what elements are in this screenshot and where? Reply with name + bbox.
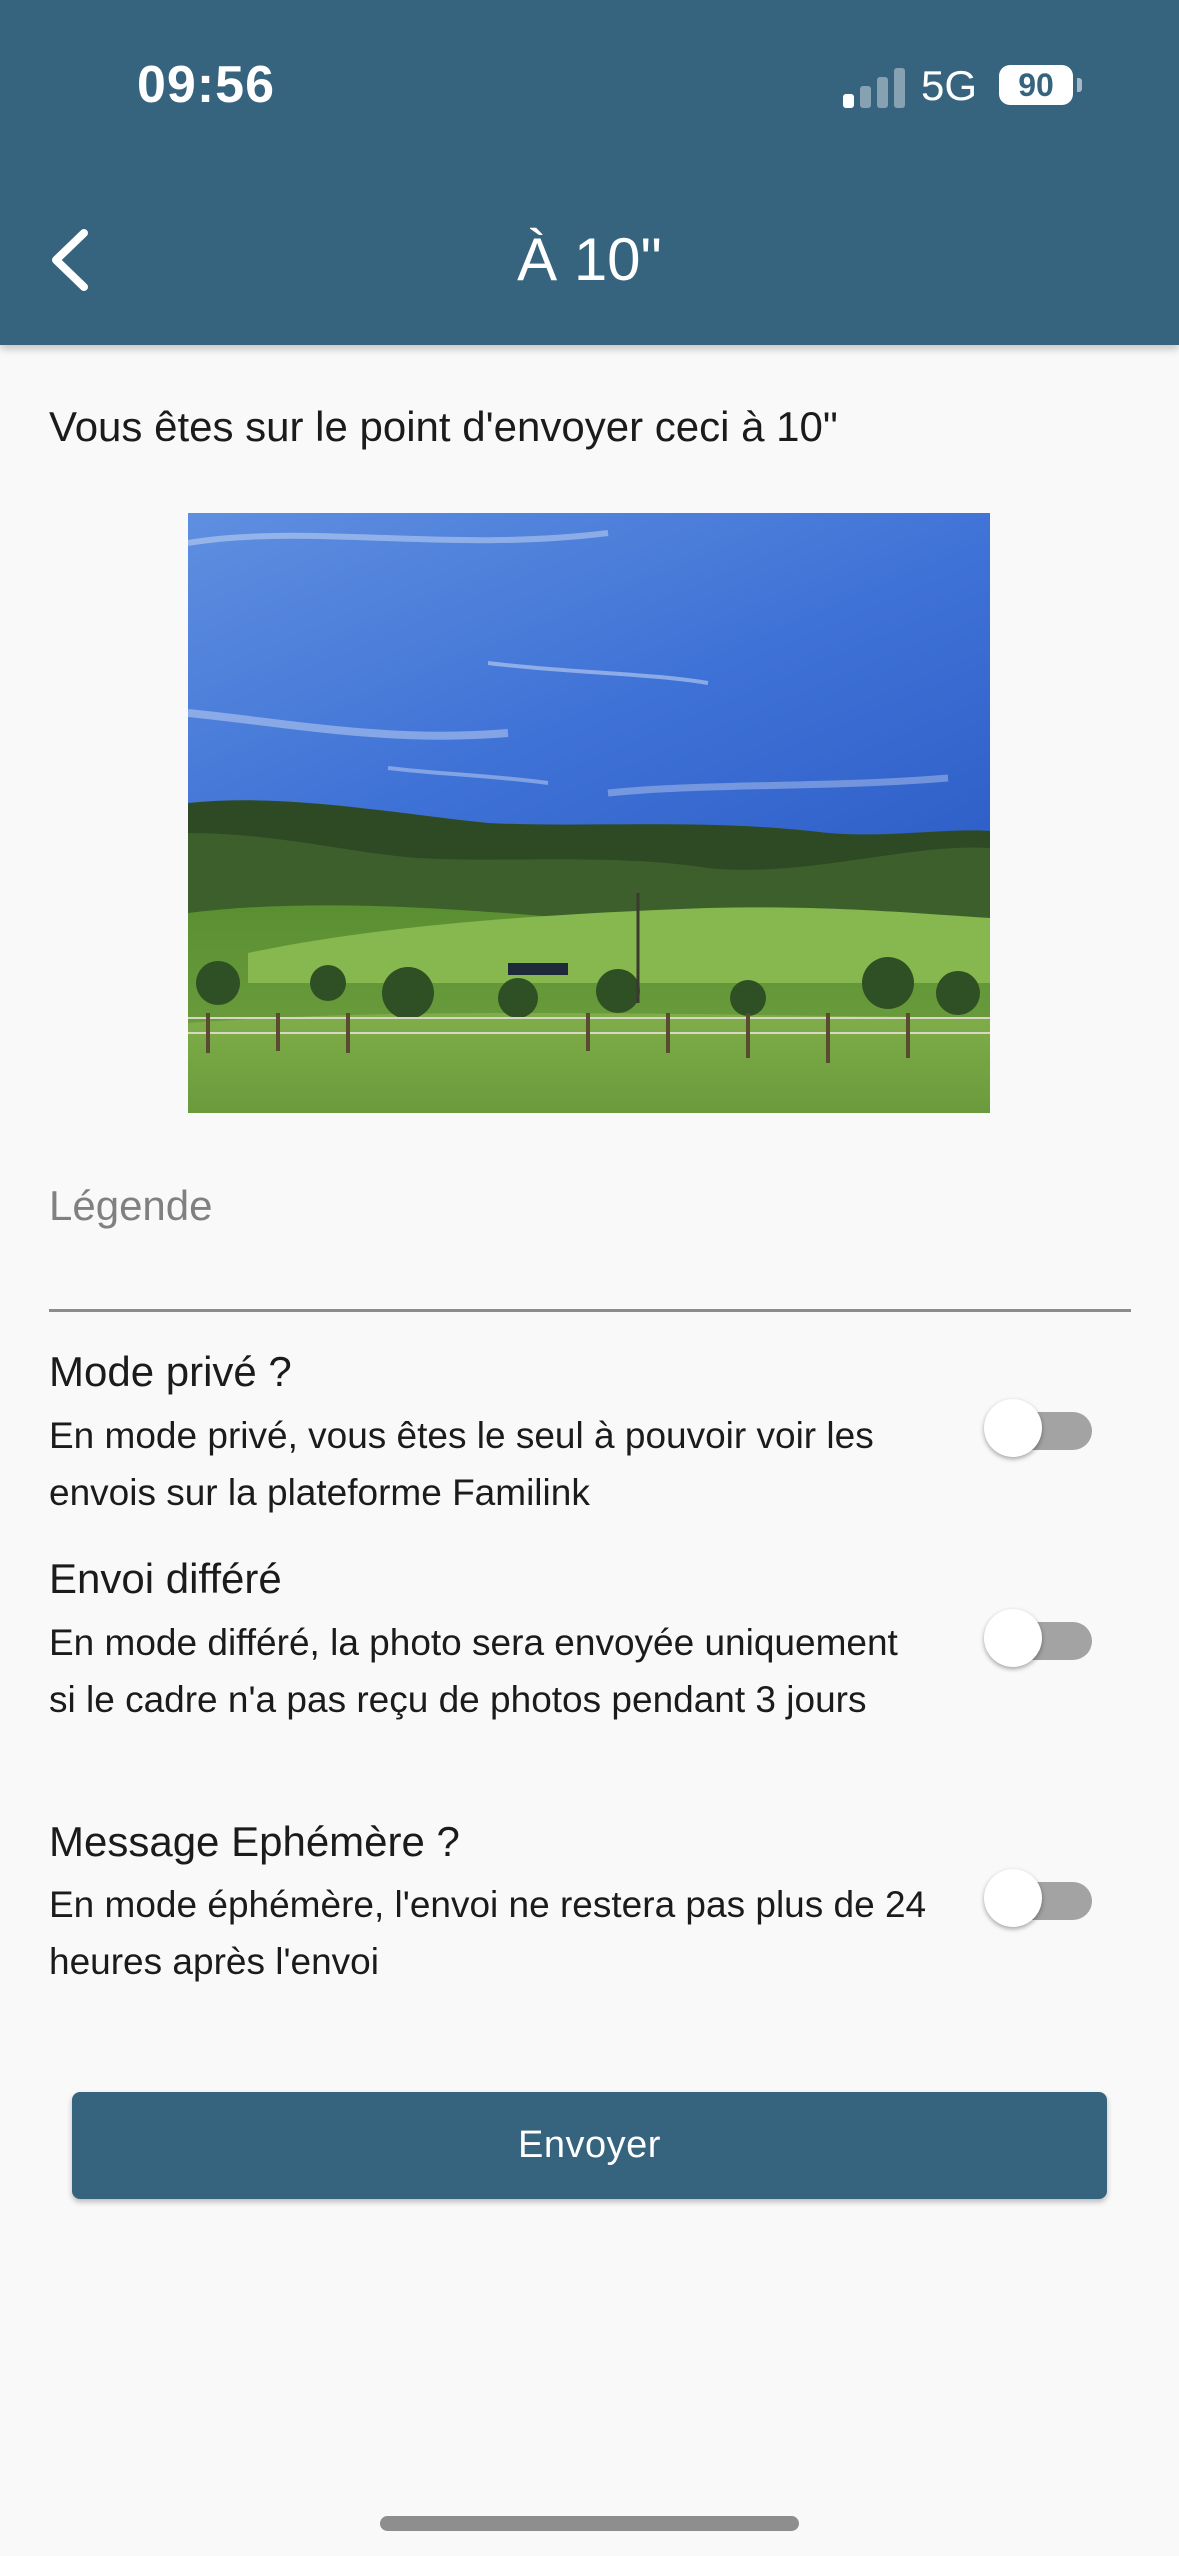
page-title: À 10" xyxy=(517,226,662,293)
battery-icon: 90 xyxy=(999,65,1073,105)
option-private-title: Mode privé ? xyxy=(49,1348,292,1395)
toggle-ephemeral-message[interactable] xyxy=(984,1867,1093,1927)
signal-strength-icon xyxy=(843,66,905,108)
battery-level: 90 xyxy=(1018,66,1054,103)
toggle-knob xyxy=(984,1609,1042,1667)
caption-input[interactable] xyxy=(49,1170,1131,1242)
network-type: 5G xyxy=(921,62,978,109)
status-time: 09:56 xyxy=(137,56,275,114)
send-button[interactable]: Envoyer xyxy=(72,2092,1107,2199)
photo-preview xyxy=(188,513,990,1113)
caption-underline xyxy=(49,1309,1131,1312)
option-deferred-description: En mode différé, la photo sera envoyée u… xyxy=(49,1622,898,1720)
battery-tip xyxy=(1077,78,1082,92)
option-private-description: En mode privé, vous êtes le seul à pouvo… xyxy=(49,1415,874,1513)
toggle-knob xyxy=(984,1399,1042,1457)
send-intro-text: Vous êtes sur le point d'envoyer ceci à … xyxy=(49,403,838,450)
toggle-private-mode[interactable] xyxy=(984,1397,1093,1457)
toggle-deferred-send[interactable] xyxy=(984,1607,1093,1667)
home-indicator[interactable] xyxy=(380,2516,799,2531)
toggle-knob xyxy=(984,1869,1042,1927)
option-ephemeral-title: Message Ephémère ? xyxy=(49,1818,460,1865)
option-ephemeral-description: En mode éphémère, l'envoi ne restera pas… xyxy=(49,1884,927,1982)
app-header: 09:56 5G 90 À 10" xyxy=(0,0,1179,345)
option-deferred-title: Envoi différé xyxy=(49,1555,282,1602)
